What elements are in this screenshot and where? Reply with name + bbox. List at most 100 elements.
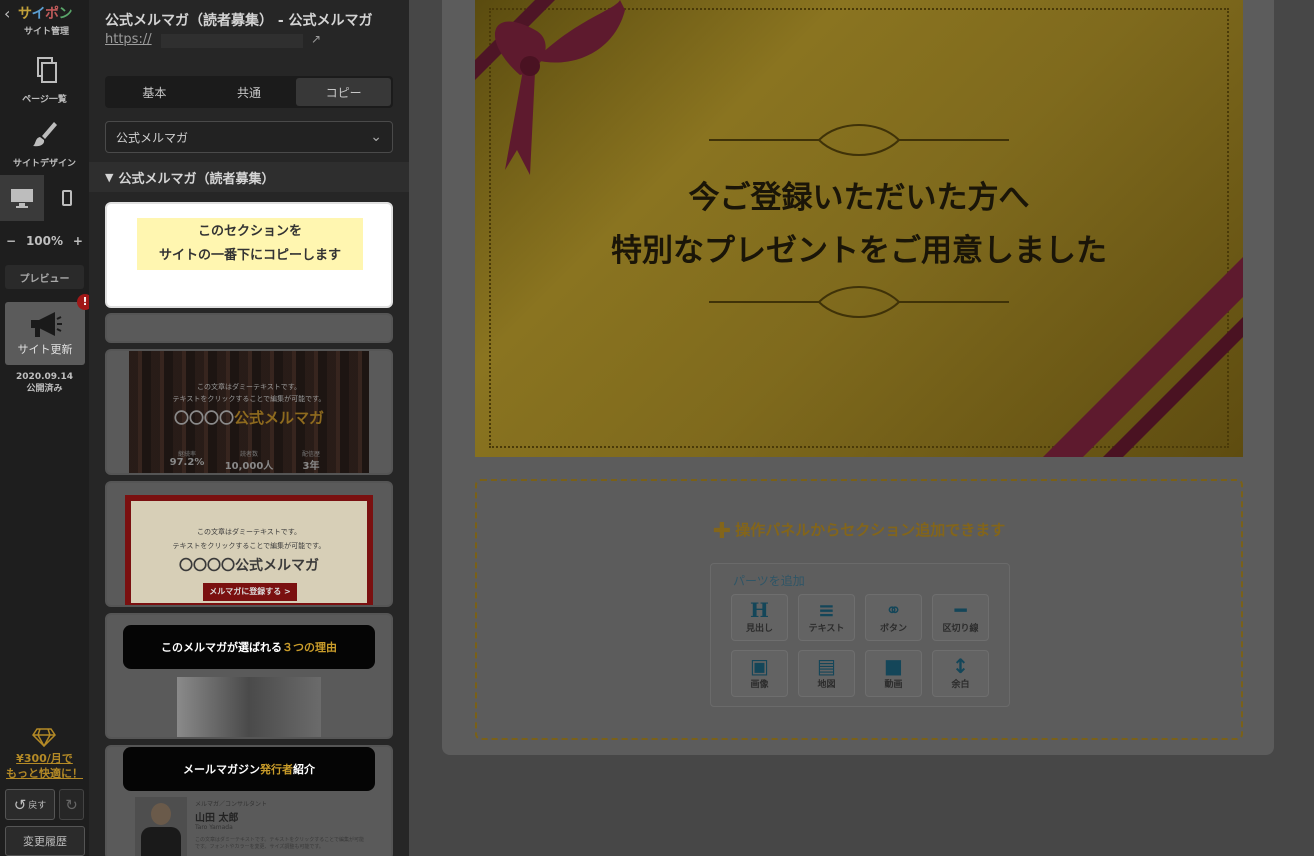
thumb1-stat2-value: 10,000人: [224, 461, 274, 472]
chevron-left-icon: ‹: [4, 4, 11, 23]
add-heading-button[interactable]: H 見出し: [731, 594, 788, 641]
page-preview: 今ご登録いただいた方へ 特別なプレゼントをご用意しました ✚ 操作パネルからセクシ…: [442, 0, 1274, 755]
section-template-list: このセクションを サイトの一番下にコピーします この文章はダミーテキストです。 …: [105, 200, 393, 856]
section-card-reasons[interactable]: このメルマガが選ばれる ３つの理由: [105, 613, 393, 739]
map-icon: ▤: [817, 654, 836, 678]
page-title: 公式メルマガ（読者募集） - 公式メルマガ: [105, 13, 373, 29]
spacer-icon: ↕: [952, 654, 969, 678]
thumb1-stat3-value: 3年: [302, 461, 320, 472]
hero-section[interactable]: 今ご登録いただいた方へ 特別なプレゼントをご用意しました: [475, 0, 1243, 457]
thumb4-heading: メールマガジン 発行者 紹介: [123, 747, 375, 791]
editor-canvas: 今ご登録いただいた方へ 特別なプレゼントをご用意しました ✚ 操作パネルからセクシ…: [409, 0, 1314, 856]
edit-panel: 公式メルマガ（読者募集） - 公式メルマガ https:// ↗ 基本 共通 コ…: [89, 0, 409, 856]
flourish-top: [709, 124, 1009, 156]
zoom-out-button[interactable]: −: [6, 234, 16, 248]
publish-date: 2020.09.14: [16, 372, 73, 382]
thumb1-stat1-value: 97.2%: [169, 457, 205, 468]
site-manage-link[interactable]: ‹ サイポン サイト管理: [0, 0, 89, 44]
url-redaction: [161, 34, 303, 48]
ribbon-bottom-right: [1043, 257, 1243, 457]
text-icon: ≡: [818, 598, 835, 622]
promo-price[interactable]: ¥300/月で: [0, 751, 89, 766]
external-link-icon[interactable]: ↗: [311, 32, 321, 46]
thumb3-heading: このメルマガが選ばれる ３つの理由: [123, 625, 375, 669]
thumb1-line2: テキストをクリックすることで編集が可能です。: [172, 395, 326, 403]
add-section-dropzone[interactable]: ✚ 操作パネルからセクション追加できます パーツを追加 H 見出し ≡ テキスト …: [475, 479, 1243, 740]
page-list-button[interactable]: ページ一覧: [0, 56, 89, 105]
section-group-title: 公式メルマガ（読者募集）: [118, 171, 275, 187]
desktop-view-button[interactable]: [0, 175, 44, 221]
ribbon-top-left: [475, 0, 625, 175]
history-button[interactable]: 変更履歴: [5, 826, 85, 856]
image-icon: ▣: [750, 654, 769, 678]
zoom-in-button[interactable]: +: [73, 234, 83, 248]
copy-tip-line2: サイトの一番下にコピーします: [158, 248, 341, 263]
section-group-header[interactable]: ▼ 公式メルマガ（読者募集）: [89, 162, 409, 192]
thumb-certificate: この文章はダミーテキストです。 テキストをクリックすることで編集が可能です。 〇…: [125, 495, 373, 605]
undo-button[interactable]: ↺ 戻す: [5, 789, 55, 820]
add-image-button[interactable]: ▣ 画像: [731, 650, 788, 697]
tab-basic[interactable]: 基本: [107, 78, 202, 106]
section-card-author[interactable]: メールマガジン 発行者 紹介 メルマガ／コンサルタント 山田 太郎 Taro Yam…: [105, 745, 393, 856]
redo-button[interactable]: ↻: [59, 789, 84, 820]
site-manage-label: サイト管理: [24, 27, 70, 37]
app-logo: サイポン: [18, 6, 72, 22]
chevron-down-icon: ⌄: [370, 129, 382, 145]
tab-copy[interactable]: コピー: [296, 78, 392, 106]
thumb2-line2: テキストをクリックすることで編集が可能です。: [172, 542, 326, 550]
section-card-hero-dark[interactable]: この文章はダミーテキストです。 テキストをクリックすることで編集が可能です。 〇…: [105, 349, 393, 475]
add-text-button[interactable]: ≡ テキスト: [798, 594, 855, 641]
site-update-label: サイト更新: [17, 343, 73, 356]
redo-icon: ↻: [65, 795, 78, 814]
mobile-icon: [62, 190, 72, 206]
heading-icon: H: [750, 598, 769, 622]
thumb2-line1: この文章はダミーテキストです。: [196, 528, 302, 536]
add-button-button[interactable]: ⚭ ボタン: [865, 594, 922, 641]
undo-icon: ↺: [13, 795, 27, 814]
author-romaji: Taro Yamada: [195, 824, 233, 831]
add-video-button[interactable]: ■ 動画: [865, 650, 922, 697]
section-card-selected[interactable]: このセクションを サイトの一番下にコピーします: [105, 202, 393, 308]
hero-headline-2[interactable]: 特別なプレゼントをご用意しました: [475, 225, 1243, 270]
thumb2-cta: メルマガに登録する >: [203, 583, 297, 601]
link-icon: ⚭: [885, 598, 902, 622]
zoom-value: 100%: [25, 234, 64, 248]
add-spacer-button[interactable]: ↕ 余白: [932, 650, 989, 697]
chevron-down-icon: ▼: [105, 170, 114, 184]
video-icon: ■: [884, 654, 903, 678]
app-root: ‹ サイポン サイト管理 ページ一覧 サイトデザイン − 100% + プレビュ…: [0, 0, 1314, 856]
tab-common[interactable]: 共通: [202, 78, 297, 106]
add-parts-title: パーツを追加: [733, 574, 805, 588]
author-role: メルマガ／コンサルタント: [195, 801, 268, 808]
promo-text[interactable]: もっと快適に！: [0, 766, 89, 781]
add-parts-box: パーツを追加 H 見出し ≡ テキスト ⚭ ボタン ━ 区切り線 ▣ 画像 ▤ …: [710, 563, 1010, 707]
divider-icon: ━: [954, 598, 967, 622]
thumb-hero-dark: この文章はダミーテキストです。 テキストをクリックすることで編集が可能です。 〇…: [129, 351, 369, 473]
add-section-message: ✚ 操作パネルからセクション追加できます: [712, 519, 1006, 544]
author-bio: この文章はダミーテキストです。テキストをクリックすることで編集が可能です。フォン…: [195, 837, 365, 850]
hero-headline-1[interactable]: 今ご登録いただいた方へ: [475, 172, 1243, 217]
section-card-certificate[interactable]: この文章はダミーテキストです。 テキストをクリックすることで編集が可能です。 〇…: [105, 481, 393, 607]
publish-info: 2020.09.14 公開済み: [0, 371, 89, 395]
site-design-button[interactable]: サイトデザイン: [0, 120, 89, 169]
mobile-view-button[interactable]: [45, 175, 89, 221]
add-map-button[interactable]: ▤ 地図: [798, 650, 855, 697]
section-category-select[interactable]: 公式メルマガ ⌄: [105, 121, 393, 153]
site-design-label: サイトデザイン: [12, 159, 76, 169]
publish-status: 公開済み: [26, 384, 63, 394]
pages-icon: [36, 57, 57, 83]
add-divider-button[interactable]: ━ 区切り線: [932, 594, 989, 641]
thumb3-photo: [177, 677, 321, 737]
author-name: 山田 太郎: [195, 813, 239, 824]
plus-icon: ✚: [712, 519, 732, 544]
zoom-control: − 100% +: [0, 232, 89, 250]
page-url-link[interactable]: https://: [105, 32, 152, 47]
upgrade-promo[interactable]: ¥300/月で もっと快適に！: [0, 727, 89, 781]
section-card-empty[interactable]: [105, 313, 393, 343]
author-photo: [135, 797, 187, 856]
diamond-icon: [32, 728, 56, 747]
panel-tabs: 基本 共通 コピー: [105, 76, 393, 108]
preview-button[interactable]: プレビュー: [5, 265, 84, 289]
flourish-bottom: [709, 286, 1009, 318]
site-update-button[interactable]: ! サイト更新: [5, 294, 93, 365]
